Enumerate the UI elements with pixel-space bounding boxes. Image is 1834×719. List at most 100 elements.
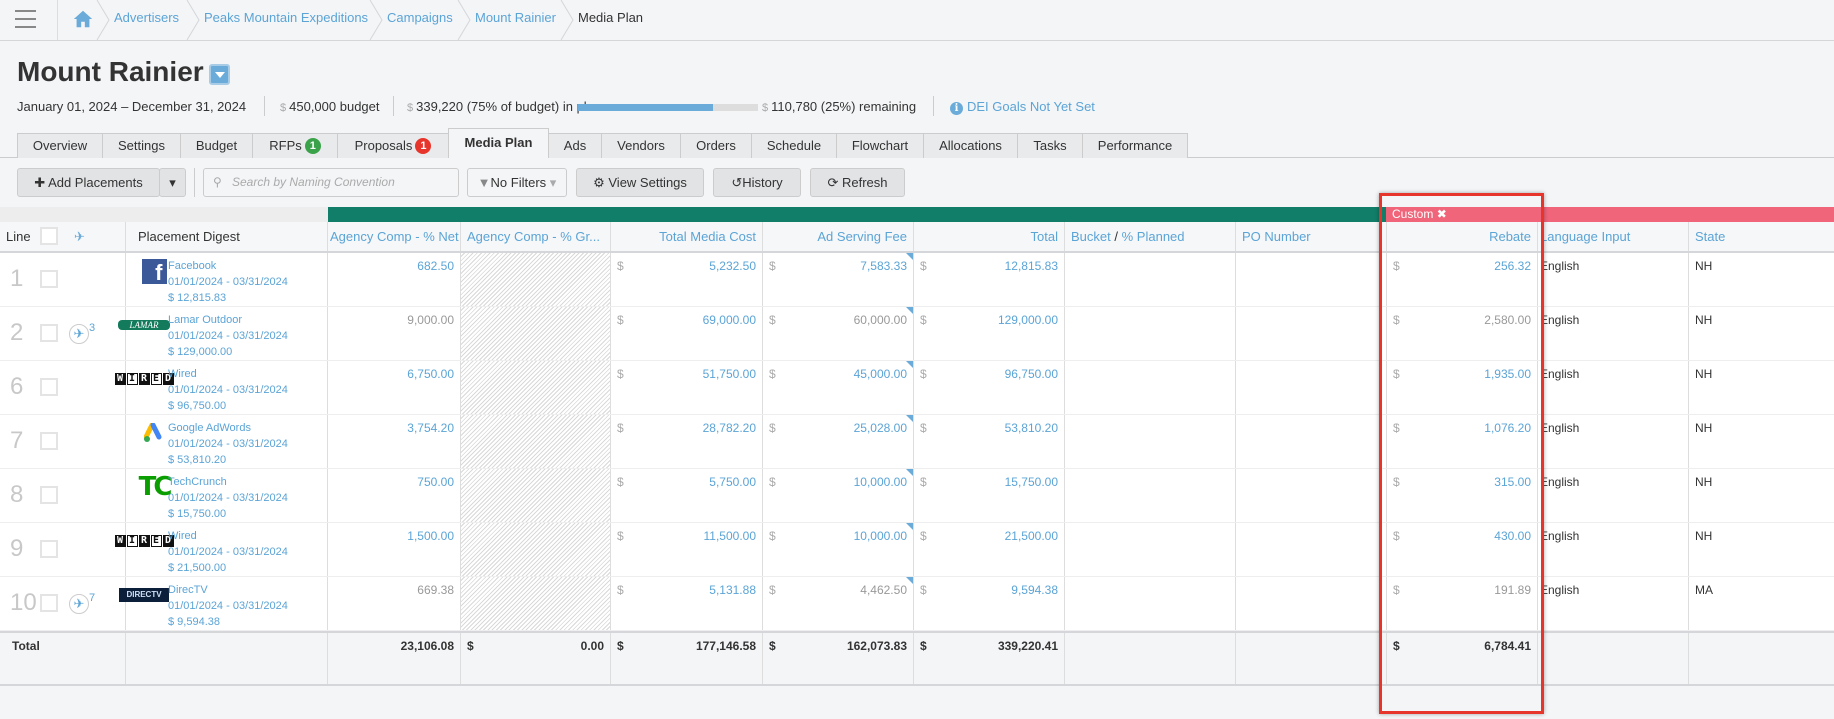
column-header-state[interactable]: State [1689, 222, 1834, 251]
ad-serving-fee-cell[interactable]: $10,000.00 [763, 469, 914, 522]
flights-plane-icon[interactable]: ✈ 7 [69, 592, 95, 614]
ad-serving-fee-cell[interactable]: $60,000.00 [763, 307, 914, 360]
column-header-agency-comp-gross[interactable]: Agency Comp - % Gr... [461, 222, 611, 251]
total-cell[interactable]: $53,810.20 [914, 415, 1065, 468]
state-cell[interactable]: NH [1689, 307, 1834, 360]
po-number-cell[interactable] [1236, 361, 1387, 414]
total-cell[interactable]: $96,750.00 [914, 361, 1065, 414]
row-checkbox[interactable] [40, 594, 58, 612]
bucket-cell[interactable] [1065, 253, 1236, 306]
agency-comp-net-cell[interactable]: 6,750.00 [328, 361, 461, 414]
po-number-cell[interactable] [1236, 469, 1387, 522]
placement-digest-cell[interactable]: W I R E D Wired 01/01/2024 - 03/31/2024 $ 96,75… [114, 361, 328, 414]
po-number-cell[interactable] [1236, 523, 1387, 576]
tab-budget[interactable]: Budget [180, 133, 253, 158]
placement-info[interactable]: Facebook 01/01/2024 - 03/31/2024 $ 12,815.… [168, 258, 288, 306]
tab-proposals[interactable]: Proposals 1 [337, 133, 449, 158]
ad-serving-fee-cell[interactable]: $45,000.00 [763, 361, 914, 414]
history-button[interactable]: ↺History [713, 168, 801, 197]
ad-serving-fee-cell[interactable]: $7,583.33 [763, 253, 914, 306]
total-media-cost-cell[interactable]: $69,000.00 [611, 307, 763, 360]
column-header-po-number[interactable]: PO Number [1236, 222, 1387, 251]
agency-comp-net-cell[interactable]: 669.38 [328, 577, 461, 630]
agency-comp-net-cell[interactable]: 9,000.00 [328, 307, 461, 360]
tab-rfps[interactable]: RFPs 1 [252, 133, 338, 158]
bucket-cell[interactable] [1065, 577, 1236, 630]
plane-icon[interactable]: ✈ [74, 222, 85, 251]
tab-tasks[interactable]: Tasks [1017, 133, 1083, 158]
column-header-total-media-cost[interactable]: Total Media Cost [611, 222, 763, 251]
search-input[interactable]: ⚲ Search by Naming Convention [203, 168, 459, 197]
filters-dropdown[interactable]: ▼No Filters ▾ [467, 168, 567, 197]
campaign-dropdown-icon[interactable] [209, 64, 230, 85]
bucket-cell[interactable] [1065, 307, 1236, 360]
language-input-cell[interactable]: English [1538, 523, 1689, 576]
language-input-cell[interactable]: English [1538, 307, 1689, 360]
bucket-cell[interactable] [1065, 415, 1236, 468]
breadcrumb-campaigns[interactable]: Campaigns [387, 0, 453, 40]
placement-info[interactable]: Google AdWords 01/01/2024 - 03/31/2024 $ 5… [168, 420, 288, 468]
column-header-ad-serving-fee[interactable]: Ad Serving Fee [763, 222, 914, 251]
agency-comp-net-cell[interactable]: 1,500.00 [328, 523, 461, 576]
tab-performance[interactable]: Performance [1082, 133, 1188, 158]
total-media-cost-cell[interactable]: $5,750.00 [611, 469, 763, 522]
tab-ads[interactable]: Ads [548, 133, 602, 158]
select-all-checkbox[interactable] [40, 227, 58, 245]
total-cell[interactable]: $21,500.00 [914, 523, 1065, 576]
column-header-line[interactable]: Line ✈ [0, 222, 126, 251]
row-checkbox[interactable] [40, 486, 58, 504]
state-cell[interactable]: NH [1689, 469, 1834, 522]
add-placements-dropdown[interactable]: ▾ [159, 168, 186, 197]
agency-comp-net-cell[interactable]: 750.00 [328, 469, 461, 522]
placement-digest-cell[interactable]: W I R E D Wired 01/01/2024 - 03/31/2024 $ 21,50… [114, 523, 328, 576]
ad-serving-fee-cell[interactable]: $4,462.50 [763, 577, 914, 630]
total-media-cost-cell[interactable]: $51,750.00 [611, 361, 763, 414]
po-number-cell[interactable] [1236, 253, 1387, 306]
po-number-cell[interactable] [1236, 307, 1387, 360]
state-cell[interactable]: MA [1689, 577, 1834, 630]
total-media-cost-cell[interactable]: $5,232.50 [611, 253, 763, 306]
tab-flowchart[interactable]: Flowchart [836, 133, 924, 158]
tab-vendors[interactable]: Vendors [601, 133, 681, 158]
agency-comp-net-cell[interactable]: 682.50 [328, 253, 461, 306]
tab-schedule[interactable]: Schedule [751, 133, 837, 158]
breadcrumb-peaks-mountain-expeditions[interactable]: Peaks Mountain Expeditions [204, 0, 368, 40]
row-checkbox[interactable] [40, 540, 58, 558]
home-icon[interactable] [72, 8, 94, 30]
refresh-button[interactable]: ⟳ Refresh [810, 168, 905, 197]
ad-serving-fee-cell[interactable]: $25,028.00 [763, 415, 914, 468]
state-cell[interactable]: NH [1689, 361, 1834, 414]
total-cell[interactable]: $129,000.00 [914, 307, 1065, 360]
column-header-language-input[interactable]: Language Input [1538, 222, 1689, 251]
po-number-cell[interactable] [1236, 415, 1387, 468]
column-header-bucket[interactable]: Bucket / % Planned [1065, 222, 1236, 251]
language-input-cell[interactable]: English [1538, 577, 1689, 630]
total-cell[interactable]: $9,594.38 [914, 577, 1065, 630]
total-media-cost-cell[interactable]: $28,782.20 [611, 415, 763, 468]
row-checkbox[interactable] [40, 432, 58, 450]
breadcrumb-mount-rainier[interactable]: Mount Rainier [475, 0, 556, 40]
placement-info[interactable]: DirecTV 01/01/2024 - 03/31/2024 $ 9,594.38 [168, 582, 288, 630]
placement-digest-cell[interactable]: f Facebook 01/01/2024 - 03/31/2024 $ 12,815… [126, 253, 328, 306]
row-checkbox[interactable] [40, 270, 58, 288]
bucket-cell[interactable] [1065, 361, 1236, 414]
dei-goals-link[interactable]: i DEI Goals Not Yet Set [950, 99, 1095, 115]
agency-comp-net-cell[interactable]: 3,754.20 [328, 415, 461, 468]
language-input-cell[interactable]: English [1538, 253, 1689, 306]
placement-digest-cell[interactable]: LAMAR Lamar Outdoor 01/01/2024 - 03/31/202… [118, 307, 328, 360]
column-header-agency-comp-net[interactable]: Agency Comp - % Net [328, 222, 461, 251]
tab-settings[interactable]: Settings [102, 133, 181, 158]
flights-plane-icon[interactable]: ✈ 3 [69, 322, 95, 344]
total-cell[interactable]: $12,815.83 [914, 253, 1065, 306]
tab-media-plan[interactable]: Media Plan [448, 128, 549, 158]
tab-overview[interactable]: Overview [17, 133, 103, 158]
view-settings-button[interactable]: ⚙ View Settings [576, 168, 704, 197]
tab-allocations[interactable]: Allocations [923, 133, 1018, 158]
placement-info[interactable]: Wired 01/01/2024 - 03/31/2024 $ 96,750.00 [168, 366, 288, 414]
placement-info[interactable]: Lamar Outdoor 01/01/2024 - 03/31/2024 $ 12… [168, 312, 288, 360]
state-cell[interactable]: NH [1689, 253, 1834, 306]
placement-digest-cell[interactable]: Google AdWords 01/01/2024 - 03/31/2024 $ 5… [126, 415, 328, 468]
po-number-cell[interactable] [1236, 577, 1387, 630]
total-media-cost-cell[interactable]: $5,131.88 [611, 577, 763, 630]
state-cell[interactable]: NH [1689, 415, 1834, 468]
